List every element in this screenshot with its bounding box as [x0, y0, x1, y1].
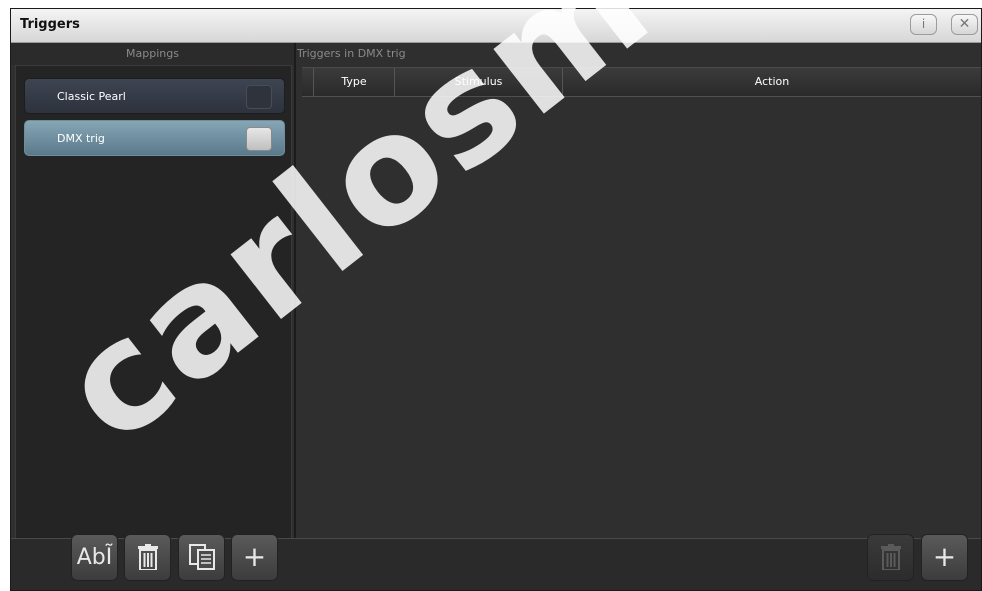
rename-mapping-button[interactable]: AbĨ	[71, 534, 118, 581]
close-button[interactable]: ✕	[951, 14, 978, 35]
plus-icon: +	[932, 540, 957, 573]
mappings-header: Mappings	[11, 43, 294, 65]
trash-icon	[137, 544, 158, 571]
column-header-action[interactable]: Action	[562, 68, 981, 96]
copy-icon	[188, 544, 215, 570]
mapping-item-label: Classic Pearl	[57, 90, 126, 103]
delete-mapping-button[interactable]	[124, 534, 171, 581]
mappings-list[interactable]: Classic Pearl DMX trig	[15, 65, 292, 540]
window-title: Triggers	[20, 17, 80, 32]
plus-icon: +	[242, 540, 267, 573]
titlebar: Triggers i ✕	[11, 9, 981, 43]
close-icon: ✕	[958, 16, 971, 32]
info-button[interactable]: i	[910, 14, 937, 35]
rename-icon: AbĨ	[76, 545, 113, 570]
delete-trigger-button[interactable]	[867, 534, 914, 581]
info-icon: i	[921, 17, 926, 31]
add-trigger-button[interactable]: +	[921, 534, 968, 581]
column-header-stimulus[interactable]: Stimulus	[394, 68, 562, 96]
copy-mapping-button[interactable]	[178, 534, 225, 581]
mapping-item-dmx-trig[interactable]: DMX trig	[24, 120, 285, 156]
mapping-item-label: DMX trig	[57, 132, 105, 145]
column-header-type[interactable]: Type	[313, 68, 394, 96]
triggers-window: Triggers i ✕ Mappings Classic Pearl DMX …	[10, 8, 982, 591]
mapping-item-classic-pearl[interactable]: Classic Pearl	[24, 78, 285, 114]
triggers-table-body[interactable]	[302, 97, 981, 537]
mapping-selector-chip[interactable]	[246, 127, 272, 151]
trash-icon	[880, 544, 901, 571]
panel-divider	[294, 43, 296, 590]
add-mapping-button[interactable]: +	[231, 534, 278, 581]
triggers-header: Triggers in DMX trig	[297, 47, 406, 60]
triggers-table-header: Type Stimulus Action	[302, 67, 981, 97]
mapping-selector-chip[interactable]	[246, 85, 272, 109]
